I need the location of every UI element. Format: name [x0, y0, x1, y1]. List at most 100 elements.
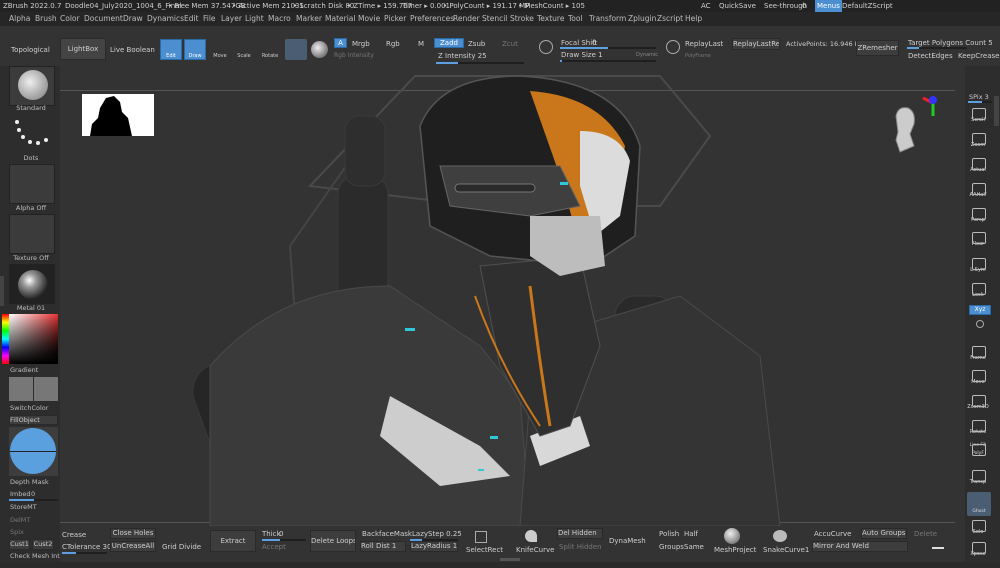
zsub-button[interactable]: Zsub [468, 38, 485, 50]
ghost-button[interactable]: Ghost [967, 492, 991, 516]
axis-gizmo-icon[interactable] [918, 88, 948, 118]
color-picker[interactable] [2, 314, 58, 364]
menu-document[interactable]: Document [84, 12, 123, 26]
mrgb-button[interactable]: Mrgb [352, 38, 370, 50]
menu-transform[interactable]: Transform [589, 12, 626, 26]
grid-divide-button[interactable]: Grid Divide [162, 541, 201, 553]
split-hidden-button[interactable]: Split Hidden [559, 541, 602, 553]
scroll-button[interactable]: Scroll [966, 106, 990, 124]
menu-tool[interactable]: Tool [568, 12, 583, 26]
solo-button[interactable]: Solo [966, 518, 990, 536]
menu-zplugin[interactable]: Zplugin [628, 12, 656, 26]
line-fill-polyf-button[interactable]: Line Fill PolyF [966, 442, 990, 460]
xyz-button[interactable]: Xyz [969, 305, 991, 315]
detect-edges-button[interactable]: DetectEdges [908, 50, 953, 62]
imbed-track[interactable] [9, 499, 58, 501]
actual-button[interactable]: Actual [966, 156, 990, 174]
menu-preferences[interactable]: Preferences [410, 12, 454, 26]
keep-creases-button[interactable]: KeepCreases [958, 50, 1000, 62]
menu-light[interactable]: Light [245, 12, 264, 26]
menu-stencil[interactable]: Stencil [482, 12, 507, 26]
material-picker[interactable] [9, 264, 55, 304]
depth-mask-preview[interactable] [9, 427, 58, 476]
bottom-tray-toggle[interactable] [500, 558, 520, 561]
menu-color[interactable]: Color [60, 12, 80, 26]
menu-movie[interactable]: Movie [358, 12, 380, 26]
secondary-color-swatch[interactable] [34, 377, 58, 401]
transp-button[interactable]: Transp [966, 468, 990, 486]
canvas-viewport[interactable] [60, 66, 965, 526]
ctolerance-track[interactable] [62, 552, 107, 554]
menu-draw[interactable]: Draw [123, 12, 143, 26]
move-view-button[interactable]: Move [966, 368, 990, 386]
frame-button[interactable]: Frame [966, 344, 990, 362]
menu-file[interactable]: File [203, 12, 216, 26]
default-zscript-button[interactable]: DefaultZScript [842, 0, 893, 12]
hue-strip[interactable] [2, 314, 9, 364]
lightbox-button[interactable]: LightBox [60, 38, 106, 60]
z-intensity-slider[interactable]: Z Intensity 25 [438, 50, 487, 62]
cust1-button[interactable]: Cust1 [9, 539, 30, 550]
menu-stroke[interactable]: Stroke [510, 12, 534, 26]
rotate-button[interactable]: Rotate [258, 39, 282, 60]
aahalf-button[interactable]: AAHalf [966, 181, 990, 199]
polish-button[interactable]: Polish [659, 528, 679, 540]
move-button[interactable]: Move [209, 39, 231, 60]
material-sphere-button[interactable] [285, 39, 307, 60]
brush-picker[interactable] [9, 66, 55, 106]
menus-button[interactable]: Menus [815, 0, 842, 12]
target-polygons-track[interactable] [907, 47, 967, 49]
accept-button[interactable]: Accept [262, 541, 286, 553]
zoom3d-button[interactable]: Zoom3D [966, 393, 990, 411]
zoom-button[interactable]: Zoom [966, 131, 990, 149]
menu-alpha[interactable]: Alpha [9, 12, 30, 26]
menu-render[interactable]: Render [453, 12, 480, 26]
lazyradius-slider[interactable]: LazyRadius 1 [410, 541, 458, 552]
dynamesh-button[interactable]: DynaMesh [609, 535, 646, 547]
menu-zscript[interactable]: Zscript [657, 12, 683, 26]
zadd-button[interactable]: Zadd [434, 38, 464, 48]
scale-button[interactable]: Scale [233, 39, 255, 60]
menu-macro[interactable]: Macro [268, 12, 291, 26]
auto-groups-button[interactable]: Auto Groups [861, 528, 907, 539]
rgb-button[interactable]: Rgb [386, 38, 400, 50]
edit-button[interactable]: Edit [160, 39, 182, 60]
cust2-button[interactable]: Cust2 [32, 539, 54, 550]
draw-size-track[interactable] [560, 60, 656, 62]
menu-brush[interactable]: Brush [35, 12, 57, 26]
delete-button[interactable]: Delete [914, 528, 937, 540]
groups-button[interactable]: Groups [659, 541, 684, 553]
live-boolean-button[interactable]: Live Boolean [110, 44, 155, 56]
check-mesh-button[interactable]: Check Mesh Int [10, 552, 60, 560]
roll-dist-slider[interactable]: Roll Dist 1 [360, 541, 406, 552]
replay-last-rel-button[interactable]: ReplayLastRel [732, 38, 780, 50]
backface-mask-button[interactable]: BackfaceMask [362, 528, 412, 540]
polyf-button[interactable]: PolyFrame [685, 50, 711, 62]
floor-button[interactable]: Floor [966, 230, 990, 248]
left-tray-toggle[interactable] [0, 276, 4, 306]
menu-texture[interactable]: Texture [537, 12, 564, 26]
see-through-label[interactable]: See-through [764, 0, 807, 12]
delete-loops-button[interactable]: Delete Loops [310, 530, 356, 552]
mirror-and-weld-button[interactable]: Mirror And Weld [812, 541, 908, 552]
imbed-slider[interactable]: Imbed [10, 490, 31, 498]
knife-curve-button[interactable]: KnifeCurve [516, 544, 554, 556]
select-rect-button[interactable]: SelectRect [466, 544, 503, 556]
rotate-y-icon[interactable] [976, 320, 984, 328]
quicksave-button[interactable]: QuickSave [719, 0, 756, 12]
menu-marker[interactable]: Marker [296, 12, 322, 26]
texture-picker[interactable] [9, 214, 55, 254]
del-hidden-button[interactable]: Del Hidden [557, 528, 603, 539]
uncrease-all-button[interactable]: UnCreaseAll [110, 541, 156, 552]
zcut-button[interactable]: Zcut [502, 38, 518, 50]
xpose-button[interactable]: Xpose [966, 540, 990, 558]
same-button[interactable]: Same [684, 541, 704, 553]
menu-edit[interactable]: Edit [184, 12, 199, 26]
menu-help[interactable]: Help [685, 12, 702, 26]
close-holes-button[interactable]: Close Holes [110, 528, 156, 539]
mesh-project-button[interactable]: MeshProject [714, 544, 756, 556]
draw-button[interactable]: Draw [184, 39, 206, 60]
fill-object-button[interactable]: FillObject [9, 415, 58, 425]
m-button[interactable]: M [418, 38, 424, 50]
resize-arrows-icon[interactable] [932, 547, 944, 549]
